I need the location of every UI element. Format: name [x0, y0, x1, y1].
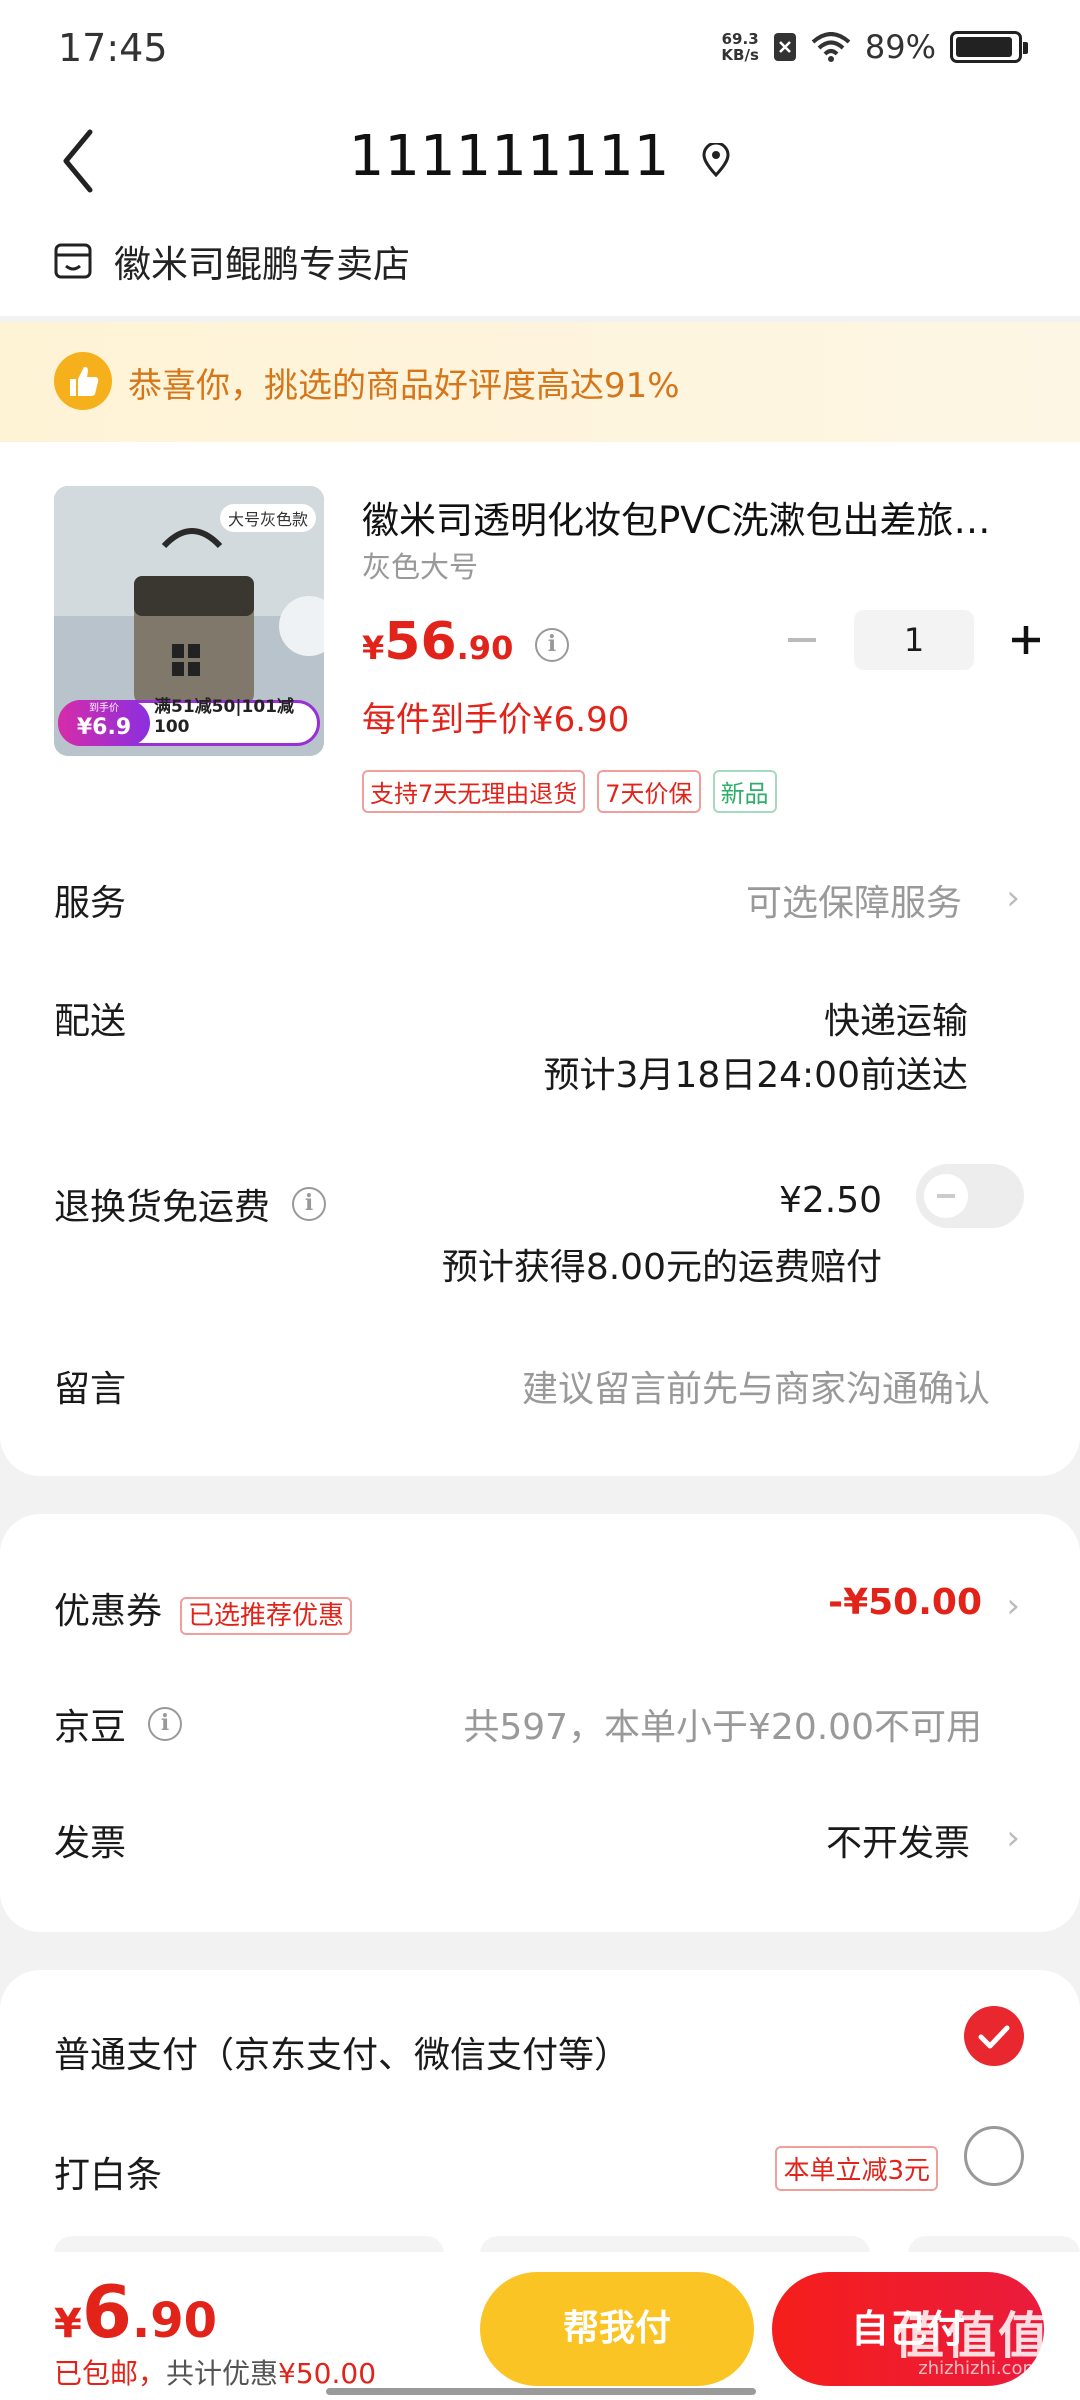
store-link[interactable]: 徽米司鲲鹏专卖店 [54, 234, 410, 288]
quantity-input[interactable]: 1 [854, 610, 974, 670]
invoice-label: 发票 [54, 1823, 127, 1864]
return-info-icon[interactable]: i [292, 1187, 327, 1221]
jingdou-label: 京豆 [54, 1707, 127, 1748]
message-input[interactable]: 建议留言前先与商家沟通确认 [522, 1360, 990, 1412]
image-price-pill: 到手价 ¥6.9 [58, 700, 150, 746]
plus-icon[interactable] [1008, 622, 1044, 658]
coupon-value[interactable]: -¥50.00 [828, 1582, 982, 1623]
message-label: 留言 [54, 1369, 127, 1410]
tag-new: 新品 [712, 770, 777, 813]
watermark-site: zhizhizhi.com [918, 2358, 1040, 2379]
product-variant[interactable]: 灰色大号 [362, 544, 478, 586]
home-indicator[interactable] [326, 2388, 756, 2395]
coupon-tag: 已选推荐优惠 [180, 1596, 353, 1635]
battery-icon [950, 31, 1028, 63]
return-price: ¥2.50 [778, 1180, 882, 1221]
jingdou-row: 京豆 i [54, 1698, 183, 1750]
quantity-stepper: 1 [784, 610, 1044, 670]
baitiao-radio[interactable] [964, 2126, 1024, 2186]
normal-pay-check-icon[interactable] [964, 2006, 1024, 2066]
battery-percent: 89% [864, 28, 936, 66]
store-icon [54, 243, 92, 279]
total-price: ¥6.90 [54, 2270, 217, 2354]
coupon-row: 优惠券 已选推荐优惠 [54, 1582, 353, 1635]
thumbs-up-icon [54, 352, 112, 410]
toggle-knob [924, 1174, 968, 1218]
product-image[interactable]: 大号灰色款 到手价 ¥6.9 满51减50|101减100 [54, 486, 324, 756]
image-promo-text: 满51减50|101减100 [154, 697, 295, 737]
invoice-value[interactable]: 不开发票 [826, 1814, 970, 1866]
store-name[interactable]: 徽米司鲲鹏专卖店 [114, 234, 410, 288]
delivery-eta: 预计3月18日24:00前送达 [543, 1055, 968, 1096]
price-info-icon[interactable]: i [534, 628, 569, 662]
address-title[interactable]: 111111111 [0, 124, 1080, 189]
discount-note: 共计优惠 [166, 2357, 279, 2390]
product-tags: 支持7天无理由退货 7天价保 新品 [362, 770, 777, 813]
page-header: 111111111 徽米司鲲鹏专卖店 [0, 96, 1080, 316]
baitiao-tag: 本单立减3元 [775, 2146, 938, 2191]
location-pin-icon[interactable] [701, 142, 731, 177]
banner-text: 恭喜你，挑选的商品好评度高达91% [128, 366, 680, 406]
coupon-chevron-icon[interactable]: › [1006, 1586, 1020, 1626]
service-chevron-icon[interactable]: › [1006, 878, 1020, 918]
wifi-icon [811, 32, 851, 62]
product-price: ¥56.90 i [362, 612, 569, 672]
product-name[interactable]: 徽米司透明化妆包PVC洗漱包出差旅… [362, 490, 1032, 544]
network-speed: 69.3 KB/s [721, 30, 759, 64]
order-card: 大号灰色款 到手价 ¥6.9 满51减50|101减100 徽米司透明化妆包PV… [0, 442, 1080, 1476]
normal-pay-label[interactable]: 普通支付（京东支付、微信支付等） [54, 2026, 630, 2078]
return-shipping-toggle[interactable] [916, 1164, 1024, 1228]
discount-card: 优惠券 已选推荐优惠 -¥50.00 › 京豆 i 共597，本单小于¥20.00… [0, 1514, 1080, 1932]
image-badge: 大号灰色款 [219, 504, 316, 532]
status-bar: 17:45 69.3 KB/s 89% [0, 0, 1080, 96]
jingdou-value: 共597，本单小于¥20.00不可用 [463, 1707, 982, 1748]
return-note: 预计获得8.00元的运费赔付 [441, 1247, 882, 1288]
status-time: 17:45 [58, 26, 168, 70]
jingdou-info-icon[interactable]: i [148, 1707, 183, 1741]
service-value[interactable]: 可选保障服务 [746, 874, 962, 926]
minus-icon[interactable] [784, 622, 820, 658]
help-pay-button[interactable]: 帮我付 [480, 2272, 754, 2386]
rating-banner: 恭喜你，挑选的商品好评度高达91% [0, 322, 1080, 442]
delivery-label: 配送 [54, 1001, 127, 1042]
delivery-value[interactable]: 快递运输 [824, 992, 968, 1044]
page-title[interactable]: 111111111 [349, 124, 670, 189]
tag-return: 支持7天无理由退货 [362, 770, 586, 813]
discount-amount: ¥50.00 [278, 2357, 377, 2390]
return-shipping-row: 退换货免运费 i [54, 1178, 327, 1230]
coupon-label: 优惠券 [54, 1591, 163, 1632]
shipping-note: 已包邮， [54, 2357, 167, 2390]
per-item-price: 每件到手价¥6.90 [362, 700, 630, 740]
status-icons: 69.3 KB/s 89% [721, 28, 1028, 66]
invoice-chevron-icon[interactable]: › [1006, 1818, 1020, 1858]
return-label: 退换货免运费 [54, 1187, 271, 1228]
total-subtext: 已包邮，共计优惠¥50.00 [54, 2352, 376, 2392]
sim-off-icon [773, 33, 796, 61]
baitiao-label[interactable]: 打白条 [54, 2146, 162, 2198]
service-label: 服务 [54, 883, 127, 924]
tag-price-protect: 7天价保 [597, 770, 701, 813]
